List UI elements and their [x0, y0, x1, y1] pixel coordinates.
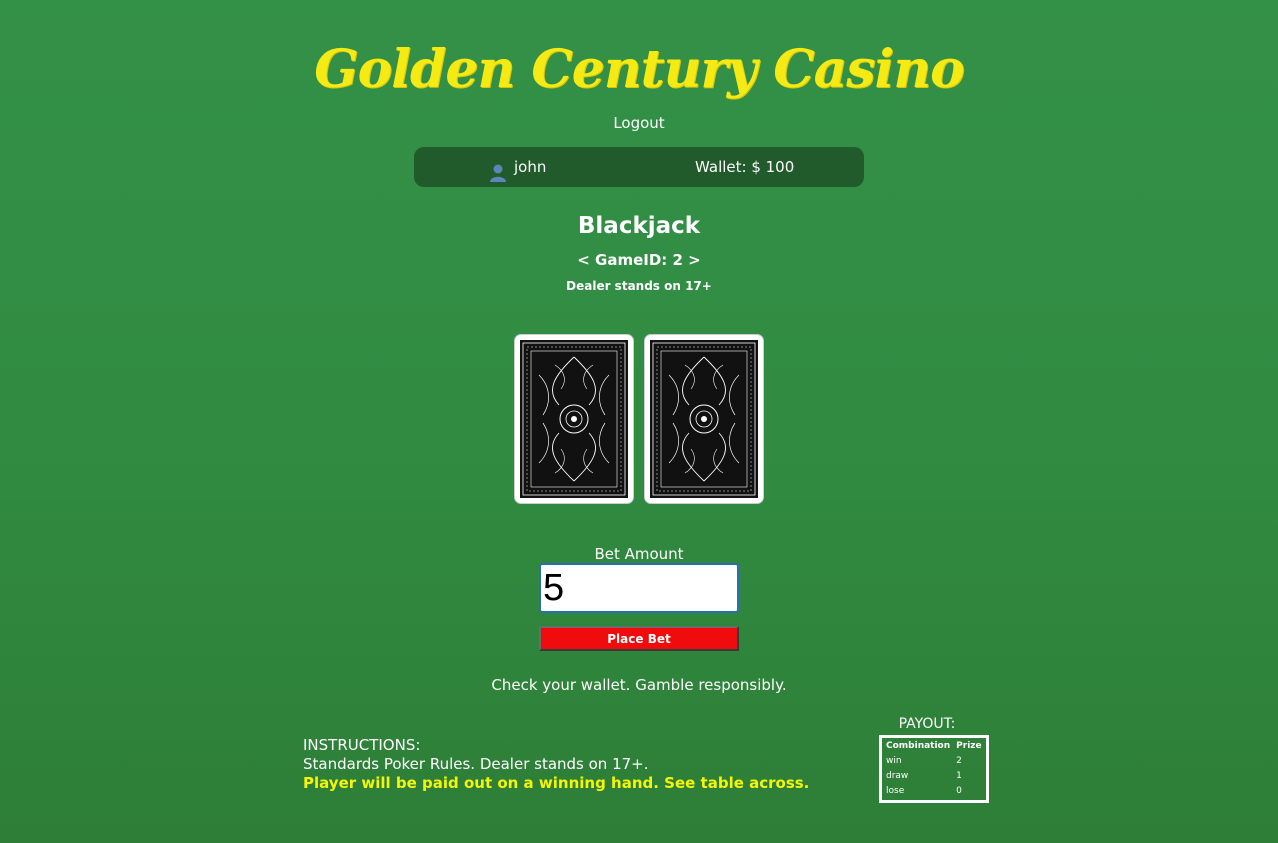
table-header-row: Combination Prize	[884, 740, 984, 753]
instructions-heading: INSTRUCTIONS:	[303, 736, 421, 754]
prize-cell: 2	[956, 756, 962, 766]
table-row: draw 1	[884, 770, 984, 783]
card-back	[514, 334, 634, 504]
wallet-balance: Wallet: $ 100	[695, 158, 795, 176]
username: john	[514, 158, 547, 176]
user-info-bar: john Wallet: $ 100	[414, 147, 864, 187]
payout-table: Combination Prize win 2 draw 1 lose 0	[879, 735, 989, 803]
table-row: win 2	[884, 755, 984, 768]
casino-title: Golden Century Casino	[314, 39, 965, 100]
combination-cell: win	[886, 756, 902, 766]
column-header: Combination	[886, 741, 951, 751]
combination-cell: lose	[886, 786, 905, 796]
payout-title: PAYOUT:	[898, 716, 956, 732]
table-row: lose 0	[884, 785, 984, 798]
combination-cell: draw	[886, 771, 909, 781]
dealer-rule: Dealer stands on 17+	[566, 279, 712, 293]
bet-amount-label: Bet Amount	[594, 545, 684, 563]
prize-cell: 1	[956, 771, 962, 781]
user-info: john	[488, 147, 546, 187]
responsible-gambling-notice: Check your wallet. Gamble responsibly.	[491, 676, 787, 694]
place-bet-button[interactable]: Place Bet	[539, 626, 739, 651]
user-icon	[488, 157, 508, 182]
game-id: < GameID: 2 >	[577, 251, 701, 269]
game-title: Blackjack	[577, 213, 701, 239]
card-back	[644, 334, 764, 504]
bet-amount-input[interactable]	[539, 563, 739, 613]
instructions: INSTRUCTIONS: Standards Poker Rules. Dea…	[303, 736, 809, 793]
prize-cell: 0	[956, 786, 962, 796]
logout-link[interactable]: Logout	[0, 113, 1278, 133]
instructions-highlight: Player will be paid out on a winning han…	[303, 774, 810, 792]
instructions-line: Standards Poker Rules. Dealer stands on …	[303, 755, 649, 773]
column-header: Prize	[956, 741, 982, 751]
